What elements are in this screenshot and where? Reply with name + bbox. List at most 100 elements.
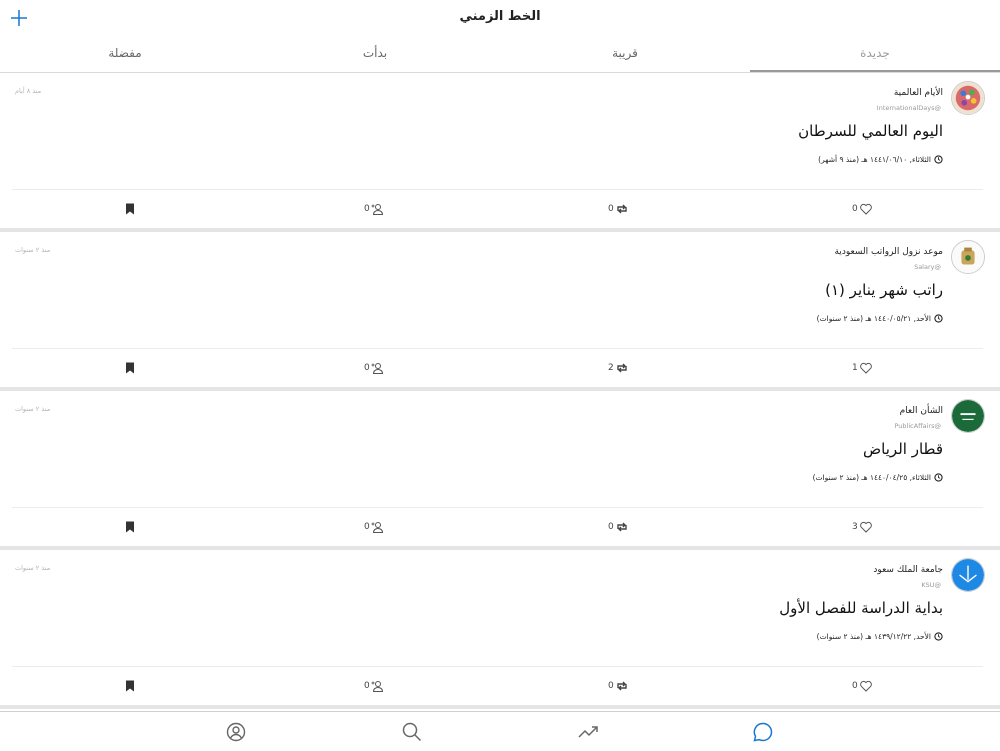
timeline-card[interactable]: جامعة الملك سعود KSU@ منذ ٢ سنوات بداية … xyxy=(0,550,1000,709)
bookmark-button[interactable] xyxy=(123,520,137,534)
like-button[interactable]: 0 xyxy=(852,202,873,216)
participants-count: 0 xyxy=(364,681,370,691)
avatar[interactable] xyxy=(951,399,985,433)
divider xyxy=(12,189,983,190)
author-handle: PublicAffairs@ xyxy=(894,422,941,430)
event-title: اليوم العالمي للسرطان xyxy=(798,122,943,140)
participants-button[interactable]: 0 xyxy=(364,202,385,216)
heart-icon xyxy=(859,680,872,692)
tab-new[interactable]: جديدة xyxy=(750,36,1000,72)
like-count: 0 xyxy=(852,204,858,214)
like-button[interactable]: 1 xyxy=(852,361,873,375)
event-title: قطار الرياض xyxy=(863,440,943,458)
like-button[interactable]: 0 xyxy=(852,679,873,693)
add-person-icon xyxy=(371,204,383,215)
clock-icon xyxy=(934,473,943,482)
university-logo-icon xyxy=(952,559,984,591)
add-person-icon xyxy=(371,522,383,533)
divider xyxy=(12,507,983,508)
event-title: راتب شهر يناير (١) xyxy=(825,281,943,299)
clock-icon xyxy=(934,155,943,164)
bottom-nav xyxy=(0,711,1000,751)
chat-icon xyxy=(753,722,773,742)
saudi-flag-icon xyxy=(952,400,984,432)
avatar[interactable] xyxy=(951,240,985,274)
nav-profile[interactable] xyxy=(225,721,247,743)
timeline-list: الأيام العالمية InternationalDays@ منذ ٨… xyxy=(0,73,1000,709)
event-date-text: الأحد, ١٤٤٠/٠٥/٢١ هـ (منذ ٢ سنوات) xyxy=(816,314,931,323)
retweet-button[interactable]: 0 xyxy=(608,202,629,216)
like-button[interactable]: 3 xyxy=(852,520,873,534)
add-person-icon xyxy=(371,363,383,374)
like-count: 3 xyxy=(852,522,858,532)
retweet-count: 0 xyxy=(608,681,614,691)
author-name: الشأن العام xyxy=(899,406,943,416)
event-date-text: الثلاثاء, ١٤٤٠/٠٤/٢٥ هـ (منذ ٢ سنوات) xyxy=(812,473,931,482)
add-person-icon xyxy=(371,681,383,692)
retweet-icon xyxy=(617,363,627,373)
bookmark-icon xyxy=(126,680,134,692)
event-date-text: الأحد, ١٤٣٩/١٢/٢٢ هـ (منذ ٢ سنوات) xyxy=(816,632,931,641)
like-count: 1 xyxy=(852,363,858,373)
nav-chat[interactable] xyxy=(752,721,774,743)
bookmark-icon xyxy=(126,521,134,533)
bookmark-button[interactable] xyxy=(123,202,137,216)
nav-search[interactable] xyxy=(401,721,423,743)
author-handle: KSU@ xyxy=(921,581,941,589)
clock-icon xyxy=(934,632,943,641)
timeline-card[interactable]: موعد نزول الرواتب السعودية Salary@ منذ ٢… xyxy=(0,232,1000,391)
participants-count: 0 xyxy=(364,522,370,532)
nav-trending[interactable] xyxy=(577,721,599,743)
trending-icon xyxy=(578,726,598,738)
event-date: الثلاثاء, ١٤٤١/٠٦/١٠ هـ (منذ ٩ أشهر) xyxy=(818,155,943,164)
tab-nearby[interactable]: قريبة xyxy=(500,36,750,72)
retweet-icon xyxy=(617,522,627,532)
timeline-card[interactable]: الأيام العالمية InternationalDays@ منذ ٨… xyxy=(0,73,1000,232)
retweet-icon xyxy=(617,204,627,214)
clock-icon xyxy=(934,314,943,323)
timeline-card[interactable]: الشأن العام PublicAffairs@ منذ ٢ سنوات ق… xyxy=(0,391,1000,550)
top-bar: الخط الزمني xyxy=(0,0,1000,36)
page-title: الخط الزمني xyxy=(459,9,541,24)
event-date: الأحد, ١٤٣٩/١٢/٢٢ هـ (منذ ٢ سنوات) xyxy=(817,632,943,641)
event-title: بداية الدراسة للفصل الأول xyxy=(779,599,943,617)
money-bag-icon xyxy=(952,241,984,273)
participants-count: 0 xyxy=(364,204,370,214)
flags-globe-icon xyxy=(952,82,984,114)
participants-count: 0 xyxy=(364,363,370,373)
retweet-button[interactable]: 2 xyxy=(608,361,629,375)
tab-favorites[interactable]: مفضلة xyxy=(0,36,250,72)
divider xyxy=(12,666,983,667)
participants-button[interactable]: 0 xyxy=(364,361,385,375)
bookmark-button[interactable] xyxy=(123,679,137,693)
tab-started[interactable]: بدأت xyxy=(250,36,500,72)
time-ago: منذ ٢ سنوات xyxy=(15,405,51,413)
bookmark-icon xyxy=(126,203,134,215)
heart-icon xyxy=(859,362,872,374)
heart-icon xyxy=(859,521,872,533)
participants-button[interactable]: 0 xyxy=(364,520,385,534)
retweet-count: 0 xyxy=(608,204,614,214)
profile-icon xyxy=(226,722,246,742)
author-name: الأيام العالمية xyxy=(893,88,943,98)
participants-button[interactable]: 0 xyxy=(364,679,385,693)
event-date-text: الثلاثاء, ١٤٤١/٠٦/١٠ هـ (منذ ٩ أشهر) xyxy=(818,155,931,164)
time-ago: منذ ٢ سنوات xyxy=(15,246,51,254)
like-count: 0 xyxy=(852,681,858,691)
retweet-count: 2 xyxy=(608,363,614,373)
bookmark-icon xyxy=(126,362,134,374)
retweet-button[interactable]: 0 xyxy=(608,520,629,534)
avatar[interactable] xyxy=(951,81,985,115)
author-handle: Salary@ xyxy=(914,263,941,271)
bookmark-button[interactable] xyxy=(123,361,137,375)
heart-icon xyxy=(859,203,872,215)
retweet-icon xyxy=(617,681,627,691)
tab-bar: جديدة قريبة بدأت مفضلة xyxy=(0,36,1000,73)
author-handle: InternationalDays@ xyxy=(876,104,941,112)
retweet-count: 0 xyxy=(608,522,614,532)
event-date: الثلاثاء, ١٤٤٠/٠٤/٢٥ هـ (منذ ٢ سنوات) xyxy=(813,473,943,482)
retweet-button[interactable]: 0 xyxy=(608,679,629,693)
time-ago: منذ ٨ أيام xyxy=(15,87,42,95)
avatar[interactable] xyxy=(951,558,985,592)
author-name: موعد نزول الرواتب السعودية xyxy=(834,247,943,257)
